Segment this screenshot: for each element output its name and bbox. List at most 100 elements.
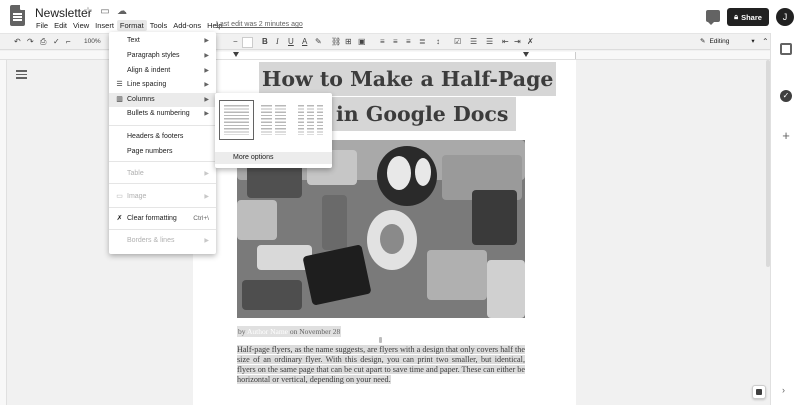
more-options-item[interactable]: More options: [215, 152, 332, 164]
chevron-right-icon: ▶: [204, 194, 209, 200]
body-paragraph-text: Half-page flyers, as the name suggests, …: [237, 345, 525, 384]
line-spacing-toolbar-icon[interactable]: ↕: [436, 36, 440, 48]
format-menu-line-spacing[interactable]: ☰ Line spacing ▶: [109, 78, 216, 92]
numbered-list-icon[interactable]: ☰: [486, 36, 493, 48]
clear-formatting-shortcut: Ctrl+\: [193, 215, 209, 222]
chevron-right-icon: ▶: [204, 68, 209, 74]
insert-comment-icon[interactable]: ⊞: [345, 36, 352, 48]
menu-add-ons[interactable]: Add-ons: [170, 20, 204, 31]
format-menu-headers-footers[interactable]: Headers & footers: [109, 130, 216, 144]
justify-icon[interactable]: ≣: [419, 36, 426, 48]
decrease-indent-icon[interactable]: ⇤: [502, 36, 509, 48]
chevron-right-icon: ▶: [204, 53, 209, 59]
chevron-right-icon: ▶: [204, 111, 209, 117]
three-column-preset[interactable]: [293, 100, 328, 140]
calendar-icon[interactable]: [780, 43, 792, 55]
align-center-icon[interactable]: ≡: [393, 36, 398, 48]
format-menu-clear-formatting[interactable]: ✗ Clear formatting Ctrl+\: [109, 212, 216, 226]
checklist-icon[interactable]: ☑: [454, 36, 461, 48]
pencil-icon: ✎: [700, 38, 706, 45]
byline-author[interactable]: Author Name: [246, 327, 288, 336]
editing-mode-select[interactable]: ✎ Editing ▾: [700, 36, 755, 48]
menu-divider: [109, 183, 216, 184]
zoom-select[interactable]: 100%: [84, 36, 101, 48]
menu-insert[interactable]: Insert: [92, 20, 117, 31]
vertical-ruler: [0, 60, 7, 405]
increase-indent-icon[interactable]: ⇥: [514, 36, 521, 48]
menu-format[interactable]: Format: [116, 20, 147, 31]
spellcheck-icon[interactable]: ✓: [53, 36, 60, 48]
format-menu-image: ▭ Image ▶: [109, 190, 216, 204]
format-menu-align-indent[interactable]: Align & indent ▶: [109, 64, 216, 78]
chevron-right-icon: ▶: [204, 238, 209, 244]
menu-divider: [109, 207, 216, 208]
menu-divider: [109, 229, 216, 230]
chevron-right-icon: ▶: [204, 82, 209, 88]
left-indent-marker[interactable]: [233, 52, 239, 57]
format-menu-bullets-numbering[interactable]: Bullets & numbering ▶: [109, 107, 216, 121]
highlight-color-icon[interactable]: ✎: [315, 36, 322, 48]
share-button-label: Share: [741, 12, 762, 22]
get-add-ons-icon[interactable]: +: [780, 129, 792, 142]
columns-icon: ▥: [116, 96, 123, 103]
chevron-down-icon: ▾: [751, 38, 755, 45]
two-column-preset[interactable]: [256, 100, 291, 140]
italic-button[interactable]: I: [276, 36, 279, 48]
menu-divider: [109, 125, 216, 126]
chevron-right-icon: ▶: [204, 38, 209, 44]
share-button[interactable]: 🔒︎ Share: [727, 8, 769, 26]
insert-image-icon[interactable]: ▣: [358, 36, 366, 48]
underline-button[interactable]: U: [288, 36, 294, 48]
format-menu: Text ▶ Paragraph styles ▶ Align & indent ▶ …: [109, 32, 216, 254]
byline: by Author Name on November 28: [237, 326, 342, 337]
chevron-right-icon: ▶: [204, 97, 209, 103]
insert-link-icon[interactable]: ⛓: [331, 36, 341, 48]
menu-divider: [109, 161, 216, 162]
paint-format-icon[interactable]: ⌐: [66, 36, 71, 48]
print-icon[interactable]: ⎙: [40, 36, 46, 48]
line-spacing-icon: ☰: [116, 81, 123, 88]
align-right-icon[interactable]: ≡: [406, 36, 411, 48]
expand-side-panel-icon[interactable]: ›: [782, 385, 785, 395]
explore-icon[interactable]: [752, 385, 766, 399]
editing-mode-label: Editing: [709, 38, 730, 45]
format-menu-paragraph-styles[interactable]: Paragraph styles ▶: [109, 49, 216, 63]
format-menu-page-numbers[interactable]: Page numbers: [109, 145, 216, 159]
format-menu-table: Table ▶: [109, 167, 216, 181]
undo-icon[interactable]: ↶: [14, 36, 21, 48]
image-icon: ▭: [116, 193, 123, 200]
menu-tools[interactable]: Tools: [147, 20, 171, 31]
star-icon[interactable]: ☆: [82, 6, 94, 17]
menu-view[interactable]: View: [70, 20, 92, 31]
right-indent-marker[interactable]: [523, 52, 529, 57]
document-outline-icon[interactable]: [16, 70, 27, 80]
byline-prefix: by: [238, 327, 246, 336]
text-color-button[interactable]: A: [302, 36, 307, 48]
bulleted-list-icon[interactable]: ☰: [470, 36, 477, 48]
tasks-icon[interactable]: ✓: [780, 90, 792, 102]
bold-button[interactable]: B: [262, 36, 268, 48]
font-size-input[interactable]: [242, 37, 253, 48]
decrease-font-size-button[interactable]: −: [233, 36, 238, 48]
clear-formatting-toolbar-icon[interactable]: ✗: [527, 36, 534, 48]
one-column-preset[interactable]: [219, 100, 254, 140]
cloud-status-icon[interactable]: ☁: [116, 6, 128, 17]
redo-icon[interactable]: ↷: [27, 36, 34, 48]
body-paragraph[interactable]: Half-page flyers, as the name suggests, …: [237, 345, 525, 385]
collapse-toolbar-icon[interactable]: ⌃: [762, 36, 769, 48]
avatar[interactable]: J: [776, 8, 794, 26]
format-menu-text[interactable]: Text ▶: [109, 34, 216, 48]
move-folder-icon[interactable]: ▭: [99, 6, 111, 17]
lock-icon: 🔒︎: [734, 12, 739, 21]
heading-line-2: in Google Docs: [328, 97, 517, 131]
align-left-icon[interactable]: ≡: [380, 36, 385, 48]
menu-file[interactable]: File: [33, 20, 51, 31]
columns-submenu: More options: [215, 93, 332, 168]
format-menu-columns[interactable]: ▥ Columns ▶: [109, 93, 216, 107]
docs-logo-icon[interactable]: [10, 5, 25, 26]
last-edit-link[interactable]: Last edit was 2 minutes ago: [216, 21, 303, 28]
menu-edit[interactable]: Edit: [51, 20, 70, 31]
format-menu-borders-lines: Borders & lines ▶: [109, 234, 216, 248]
comment-history-icon[interactable]: [706, 10, 720, 25]
byline-date: on November 28: [289, 327, 341, 336]
